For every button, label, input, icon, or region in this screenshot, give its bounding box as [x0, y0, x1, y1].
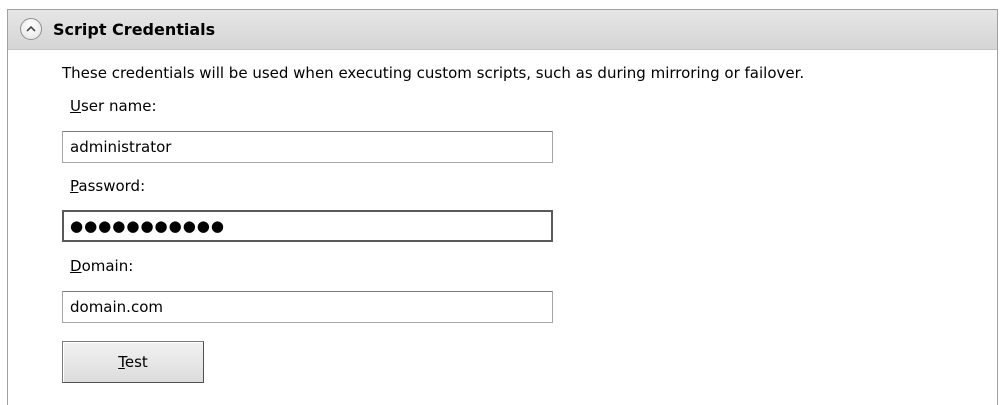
test-button-mnemonic: T [118, 353, 125, 371]
chevron-up-icon [26, 25, 36, 32]
username-value: administrator [70, 138, 172, 156]
collapse-button[interactable] [20, 18, 42, 40]
domain-value: domain.com [70, 298, 163, 316]
domain-input[interactable]: domain.com [62, 291, 553, 323]
username-label-text: ser name: [80, 97, 157, 115]
script-credentials-panel: Script Credentials These credentials wil… [7, 9, 998, 405]
section-title: Script Credentials [53, 20, 216, 39]
section-description: These credentials will be used when exec… [62, 64, 805, 82]
test-button[interactable]: Test [62, 341, 204, 383]
domain-label-text: omain: [81, 257, 134, 275]
test-button-label: est [124, 353, 148, 371]
username-label: User name: [70, 96, 157, 116]
domain-label: Domain: [70, 256, 133, 276]
username-input[interactable]: administrator [62, 131, 553, 163]
password-masked-value: ●●●●●●●●●●● [70, 217, 225, 235]
password-label-text: assword: [78, 177, 146, 195]
username-label-mnemonic: U [70, 97, 81, 115]
password-label: Password: [70, 176, 145, 196]
password-input[interactable]: ●●●●●●●●●●● [62, 210, 553, 242]
domain-label-mnemonic: D [70, 257, 82, 275]
section-header: Script Credentials [8, 10, 997, 50]
